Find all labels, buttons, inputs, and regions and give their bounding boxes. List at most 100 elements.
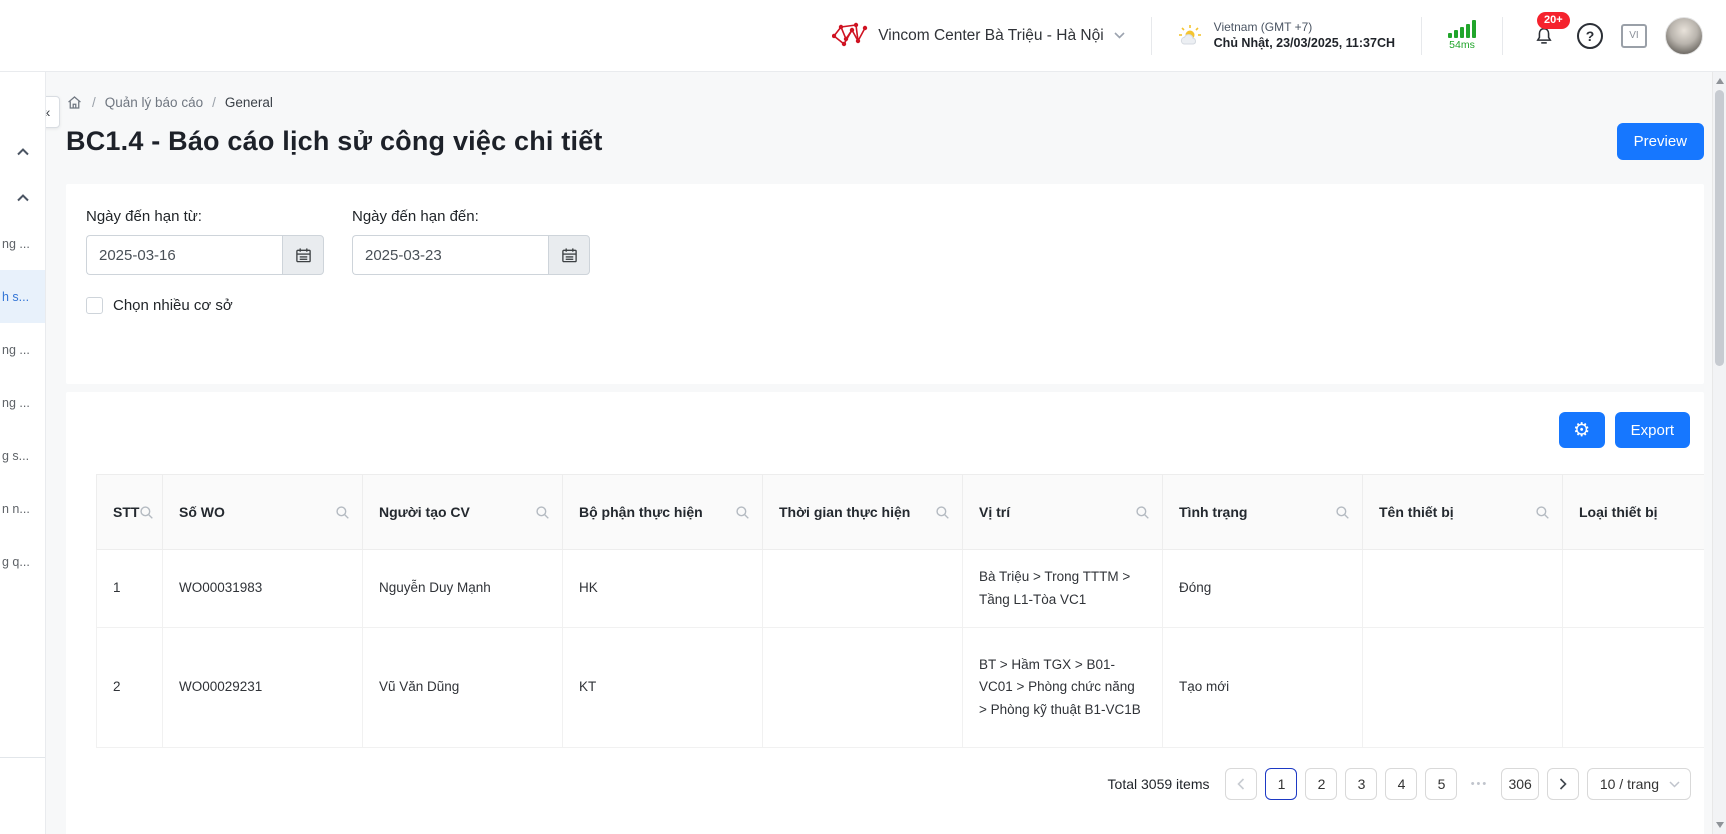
pagination-next-button[interactable] (1547, 768, 1579, 800)
table-cell (1363, 628, 1563, 748)
divider (1421, 17, 1422, 55)
locale-region: Vietnam (GMT +7) (1214, 19, 1395, 35)
sidebar-item[interactable]: ng ... (0, 217, 45, 270)
breadcrumb-separator: / (212, 95, 216, 110)
notifications-button[interactable]: 20+ (1529, 21, 1559, 51)
table-cell: Tạo mới (1163, 628, 1363, 748)
weather-sun-icon (1178, 24, 1204, 48)
user-avatar[interactable] (1665, 17, 1703, 55)
table-row: 2WO00029231Vũ Văn DũngKTBT > Hầm TGX > B… (97, 628, 1705, 748)
vertical-scrollbar[interactable] (1712, 72, 1726, 834)
search-icon[interactable] (935, 505, 950, 520)
column-header: Bộ phận thực hiện (563, 475, 763, 550)
date-from-input[interactable] (86, 235, 282, 275)
column-header-label: Bộ phận thực hiện (579, 504, 703, 520)
sidebar-item-active[interactable]: h s... (0, 270, 45, 323)
filter-date-to: Ngày đến hạn đến: (352, 208, 590, 275)
language-code: VI (1629, 30, 1638, 41)
pagination-ellipsis[interactable]: ••• (1465, 778, 1493, 790)
column-header: Tình trạng (1163, 475, 1363, 550)
sidebar-item[interactable]: g q... (0, 535, 45, 588)
table-scroll-area: STTSố WONgười tạo CVBộ phận thực hiệnThờ… (96, 474, 1704, 748)
scroll-up-arrow[interactable] (1713, 74, 1726, 88)
help-button[interactable]: ? (1577, 23, 1603, 49)
sidebar-item-list: ng ...h s...ng ...ng ...g s...n n...g q.… (0, 217, 45, 588)
network-signal: 54ms (1448, 20, 1476, 51)
column-header-label: Số WO (179, 504, 225, 520)
table-cell (1563, 550, 1705, 628)
language-switcher[interactable]: VI (1621, 24, 1647, 48)
calendar-icon[interactable] (282, 235, 324, 275)
weather-locale: Vietnam (GMT +7) Chủ Nhật, 23/03/2025, 1… (1178, 19, 1395, 52)
breadcrumb-item[interactable]: Quản lý báo cáo (105, 95, 203, 110)
table-cell (1563, 628, 1705, 748)
pagination: Total 3059 items 12345 ••• 306 10 / tran… (66, 768, 1704, 800)
column-header: Thời gian thực hiện (763, 475, 963, 550)
notification-badge: 20+ (1537, 12, 1570, 29)
pagination-page-button[interactable]: 3 (1345, 768, 1377, 800)
site-selector[interactable]: Vincom Center Bà Triệu - Hà Nội (832, 22, 1124, 50)
search-icon[interactable] (1135, 505, 1150, 520)
pagination-page-button[interactable]: 5 (1425, 768, 1457, 800)
export-button[interactable]: Export (1615, 412, 1690, 448)
divider (1502, 17, 1503, 55)
preview-button[interactable]: Preview (1617, 123, 1704, 160)
table-cell: 1 (97, 550, 163, 628)
page-size-select[interactable]: 10 / trang (1587, 768, 1691, 800)
pagination-prev-button[interactable] (1225, 768, 1257, 800)
collapsed-sidebar: ng ...h s...ng ...ng ...g s...n n...g q.… (0, 72, 46, 834)
divider (1151, 17, 1152, 55)
locale-datetime: Chủ Nhật, 23/03/2025, 11:37CH (1214, 35, 1395, 52)
search-icon[interactable] (1535, 505, 1550, 520)
table-row: 1WO00031983Nguyễn Duy MạnhHKBà Triệu > T… (97, 550, 1705, 628)
sidebar-item[interactable]: ng ... (0, 376, 45, 429)
breadcrumb-item-current: General (225, 95, 273, 110)
chevron-down-icon (1669, 781, 1680, 788)
date-to-label: Ngày đến hạn đến: (352, 208, 590, 225)
chevron-up-icon[interactable] (0, 194, 46, 202)
search-icon[interactable] (535, 505, 550, 520)
table-cell: KT (563, 628, 763, 748)
pagination-page-button[interactable]: 1 (1265, 768, 1297, 800)
brand-logo-icon (832, 22, 868, 50)
page-size-value: 10 / trang (1600, 776, 1659, 792)
table-cell: BT > Hầm TGX > B01-VC01 > Phòng chức năn… (963, 628, 1163, 748)
column-header: Tên thiết bị (1363, 475, 1563, 550)
date-to-input[interactable] (352, 235, 548, 275)
multi-facility-label: Chọn nhiều cơ sở (113, 297, 233, 314)
pagination-page-button[interactable]: 4 (1385, 768, 1417, 800)
search-icon[interactable] (335, 505, 350, 520)
scroll-down-arrow[interactable] (1713, 818, 1726, 832)
table-cell: Nguyễn Duy Mạnh (363, 550, 563, 628)
column-header-label: Loại thiết bị (1579, 504, 1658, 520)
site-name: Vincom Center Bà Triệu - Hà Nội (878, 27, 1103, 45)
table-cell (1363, 550, 1563, 628)
report-table-panel: ⚙ Export STTSố WONgười tạo CVBộ phận thự… (66, 392, 1704, 834)
chevron-down-icon (1114, 32, 1125, 39)
table-cell (763, 628, 963, 748)
sidebar-item[interactable]: ng ... (0, 323, 45, 376)
search-icon[interactable] (139, 505, 154, 520)
sidebar-collapse-button[interactable]: « (46, 96, 60, 128)
sidebar-item[interactable]: n n... (0, 482, 45, 535)
top-bar: Vincom Center Bà Triệu - Hà Nội Vietnam … (0, 0, 1726, 72)
search-icon[interactable] (1335, 505, 1350, 520)
table-cell: 2 (97, 628, 163, 748)
chevron-up-icon[interactable] (0, 148, 46, 156)
main-content: « / Quản lý báo cáo / General BC1.4 - Bá… (46, 72, 1726, 834)
table-settings-button[interactable]: ⚙ (1559, 412, 1605, 448)
filter-date-from: Ngày đến hạn từ: (86, 208, 324, 275)
pagination-page-button[interactable]: 2 (1305, 768, 1337, 800)
multi-facility-checkbox[interactable] (86, 297, 103, 314)
column-header: Vị trí (963, 475, 1163, 550)
table-cell: HK (563, 550, 763, 628)
pagination-last-page-button[interactable]: 306 (1501, 768, 1538, 800)
sidebar-item[interactable]: g s... (0, 429, 45, 482)
table-cell: WO00031983 (163, 550, 363, 628)
table-cell (763, 550, 963, 628)
scrollbar-thumb[interactable] (1715, 90, 1724, 366)
home-icon[interactable] (66, 94, 83, 111)
calendar-icon[interactable] (548, 235, 590, 275)
search-icon[interactable] (735, 505, 750, 520)
column-header-label: Vị trí (979, 504, 1010, 520)
